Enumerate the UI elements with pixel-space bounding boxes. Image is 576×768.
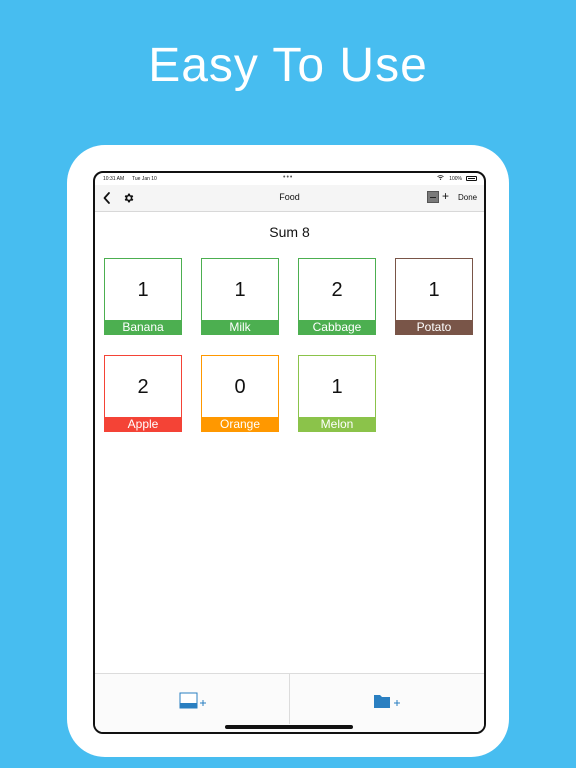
- item-label: Banana: [104, 320, 182, 335]
- item-card-orange[interactable]: 0 Orange: [201, 355, 279, 432]
- bottom-toolbar: [95, 673, 484, 732]
- item-count: 2: [137, 376, 149, 398]
- item-label: Cabbage: [298, 320, 376, 335]
- home-indicator: [225, 725, 353, 729]
- item-card-potato[interactable]: 1 Potato: [395, 258, 473, 335]
- add-item-icon[interactable]: [179, 692, 207, 712]
- item-count: 1: [137, 279, 149, 301]
- item-label: Apple: [104, 417, 182, 432]
- item-label: Orange: [201, 417, 279, 432]
- item-count: 1: [331, 376, 343, 398]
- item-card-banana[interactable]: 1 Banana: [104, 258, 182, 335]
- item-count: 0: [234, 376, 246, 398]
- app-screen: 10:31 AM Tue Jan 10 ••• 100% Food + Done…: [93, 171, 486, 734]
- add-folder-icon[interactable]: [373, 692, 401, 712]
- toolbar-divider: [289, 674, 290, 724]
- item-card-milk[interactable]: 1 Milk: [201, 258, 279, 335]
- item-card-apple[interactable]: 2 Apple: [104, 355, 182, 432]
- tablet-frame: 10:31 AM Tue Jan 10 ••• 100% Food + Done…: [67, 145, 509, 757]
- item-grid: 1 Banana 1 Milk 2 Cabbage 1 Potato 2 App…: [95, 173, 484, 732]
- item-count: 2: [331, 279, 343, 301]
- item-count: 1: [428, 279, 440, 301]
- item-label: Melon: [298, 417, 376, 432]
- item-label: Milk: [201, 320, 279, 335]
- item-card-melon[interactable]: 1 Melon: [298, 355, 376, 432]
- item-label: Potato: [395, 320, 473, 335]
- item-count: 1: [234, 279, 246, 301]
- headline: Easy To Use: [148, 39, 428, 92]
- item-card-cabbage[interactable]: 2 Cabbage: [298, 258, 376, 335]
